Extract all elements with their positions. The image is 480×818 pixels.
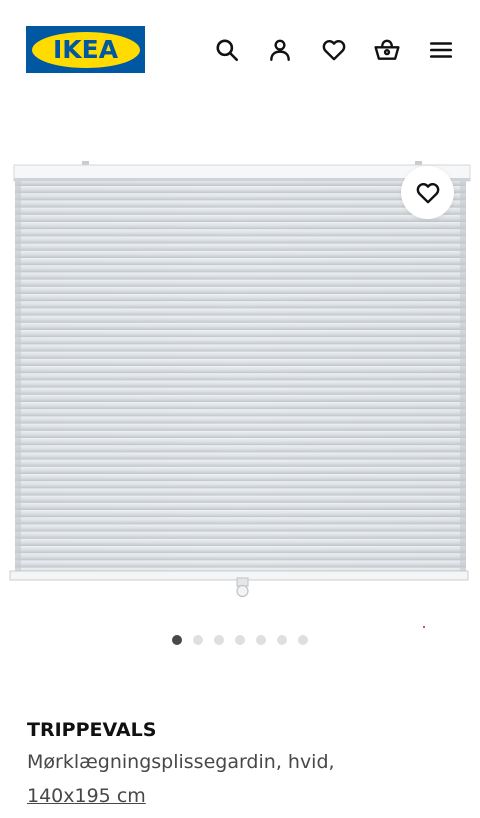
product-description: Mørklægningsplissegardin, hvid, <box>27 751 335 773</box>
logo-oval: IKEA <box>31 31 140 68</box>
search-icon <box>216 39 239 62</box>
menu-button[interactable] <box>421 30 461 70</box>
heart-icon <box>322 39 346 61</box>
carousel-dot[interactable] <box>298 635 308 645</box>
menu-icon <box>429 42 453 58</box>
carousel-dot[interactable] <box>214 635 224 645</box>
marker-dot <box>423 626 425 628</box>
basket-icon <box>374 39 400 60</box>
carousel-dot[interactable] <box>193 635 203 645</box>
carousel-dot[interactable] <box>235 635 245 645</box>
ikea-logo[interactable]: IKEA <box>26 26 145 73</box>
carousel-dot[interactable] <box>172 635 182 645</box>
account-icon <box>270 39 290 61</box>
heart-icon <box>416 182 439 203</box>
carousel-dot[interactable] <box>256 635 266 645</box>
favourites-button[interactable] <box>314 30 354 70</box>
product-size-link[interactable]: 140x195 cm <box>27 785 146 807</box>
logo-text: IKEA <box>52 35 119 64</box>
account-button[interactable] <box>260 30 300 70</box>
carousel-dot[interactable] <box>277 635 287 645</box>
search-button[interactable] <box>207 30 247 70</box>
site-header: IKEA <box>0 0 480 100</box>
product-image[interactable] <box>0 150 480 600</box>
pleated-blind-image <box>9 161 471 598</box>
basket-button[interactable] <box>367 30 407 70</box>
product-name: TRIPPEVALS <box>27 719 157 741</box>
carousel-indicator <box>0 635 480 649</box>
add-to-favourites-button[interactable] <box>401 166 454 219</box>
